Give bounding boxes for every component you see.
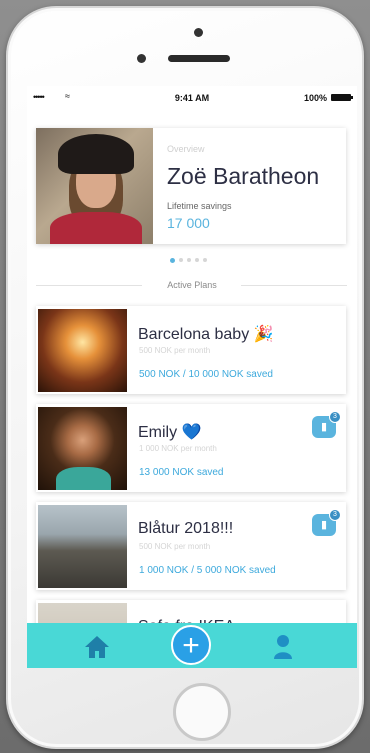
plan-image bbox=[38, 505, 127, 588]
profile-card[interactable]: Overview Zoë Baratheon Lifetime savings … bbox=[36, 128, 346, 244]
plan-saved-amount: 13 000 NOK saved bbox=[139, 467, 224, 478]
participants-icon[interactable]: ▮ 3 bbox=[312, 411, 341, 438]
plan-card-blatur[interactable]: Blåtur 2018!!! 500 NOK per month 1 000 N… bbox=[36, 502, 346, 590]
page-dot[interactable] bbox=[179, 258, 183, 262]
participants-count-badge: 3 bbox=[329, 411, 341, 423]
battery-icon bbox=[331, 94, 353, 101]
plan-image bbox=[38, 309, 127, 392]
profile-name: Zoë Baratheon bbox=[167, 163, 320, 189]
page-dot-active[interactable] bbox=[170, 258, 175, 263]
avatar bbox=[36, 128, 153, 244]
lifetime-savings-label: Lifetime savings bbox=[167, 201, 232, 211]
add-plan-button[interactable]: + bbox=[171, 625, 211, 665]
overview-label: Overview bbox=[167, 144, 205, 154]
plan-image bbox=[38, 407, 127, 490]
participants-icon[interactable]: ▮ 3 bbox=[312, 509, 341, 536]
page-dot[interactable] bbox=[195, 258, 199, 262]
home-button[interactable] bbox=[173, 683, 231, 741]
plan-card-emily[interactable]: Emily 💙 1 000 NOK per month 13 000 NOK s… bbox=[36, 404, 346, 492]
divider-right bbox=[241, 285, 347, 286]
battery-percent: 100% bbox=[303, 93, 327, 103]
earpiece-speaker bbox=[168, 55, 230, 62]
plan-title: Blåtur 2018!!! bbox=[138, 520, 234, 537]
status-bar: ••••• ≈ 9:41 AM 100% bbox=[27, 86, 357, 108]
plan-title: Barcelona baby 🎉 bbox=[138, 326, 274, 343]
plan-card-barcelona[interactable]: Barcelona baby 🎉 500 NOK per month 500 N… bbox=[36, 306, 346, 394]
home-icon[interactable] bbox=[84, 635, 110, 659]
plan-monthly-amount: 500 NOK per month bbox=[139, 542, 211, 551]
page-dot[interactable] bbox=[187, 258, 191, 262]
front-camera bbox=[194, 28, 203, 37]
proximity-sensor bbox=[137, 54, 146, 63]
app-screen: ••••• ≈ 9:41 AM 100% Overview Zoë Barath… bbox=[27, 86, 357, 668]
participants-count-badge: 3 bbox=[329, 509, 341, 521]
user-icon[interactable] bbox=[273, 634, 293, 660]
plan-saved-amount: 500 NOK / 10 000 NOK saved bbox=[139, 369, 273, 380]
carousel-page-indicator[interactable] bbox=[170, 258, 207, 263]
page-dot[interactable] bbox=[203, 258, 207, 262]
bottom-tab-bar: + bbox=[27, 623, 357, 668]
plan-saved-amount: 1 000 NOK / 5 000 NOK saved bbox=[139, 565, 276, 576]
plan-monthly-amount: 500 NOK per month bbox=[139, 346, 211, 355]
lifetime-savings-value: 17 000 bbox=[167, 215, 210, 231]
plan-title: Emily 💙 bbox=[138, 424, 202, 441]
plan-monthly-amount: 1 000 NOK per month bbox=[139, 444, 217, 453]
